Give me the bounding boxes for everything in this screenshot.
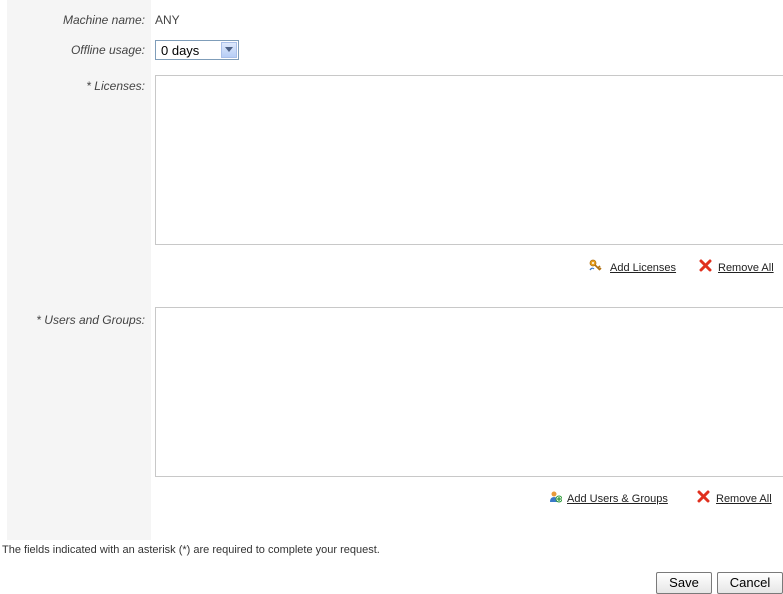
add-licenses-link[interactable]: Add Licenses — [610, 262, 676, 274]
machine-name-value: ANY — [155, 13, 180, 27]
machine-name-label: Machine name: — [62, 13, 145, 27]
cancel-button[interactable]: Cancel — [717, 572, 783, 594]
licenses-listbox[interactable] — [155, 75, 783, 245]
red-x-icon[interactable] — [697, 490, 710, 503]
license-assignment-form: Machine name: ANY Offline usage: 0 days … — [0, 0, 783, 594]
users-groups-label: * Users and Groups: — [36, 313, 145, 327]
users-groups-listbox[interactable] — [155, 307, 783, 477]
chevron-down-icon[interactable] — [221, 42, 237, 58]
users-add-icon[interactable] — [549, 490, 562, 503]
offline-usage-select[interactable]: 0 days — [155, 40, 239, 60]
red-x-icon[interactable] — [699, 259, 712, 272]
remove-all-users-groups-link[interactable]: Remove All — [716, 493, 772, 505]
add-users-groups-link[interactable]: Add Users & Groups — [567, 493, 668, 505]
required-fields-note: The fields indicated with an asterisk (*… — [2, 544, 380, 556]
save-button[interactable]: Save — [656, 572, 712, 594]
offline-usage-selected-value: 0 days — [161, 43, 200, 58]
licenses-label: * Licenses: — [86, 79, 145, 93]
remove-all-licenses-link[interactable]: Remove All — [718, 262, 774, 274]
key-icon[interactable] — [589, 259, 602, 272]
offline-usage-label: Offline usage: — [70, 43, 145, 57]
